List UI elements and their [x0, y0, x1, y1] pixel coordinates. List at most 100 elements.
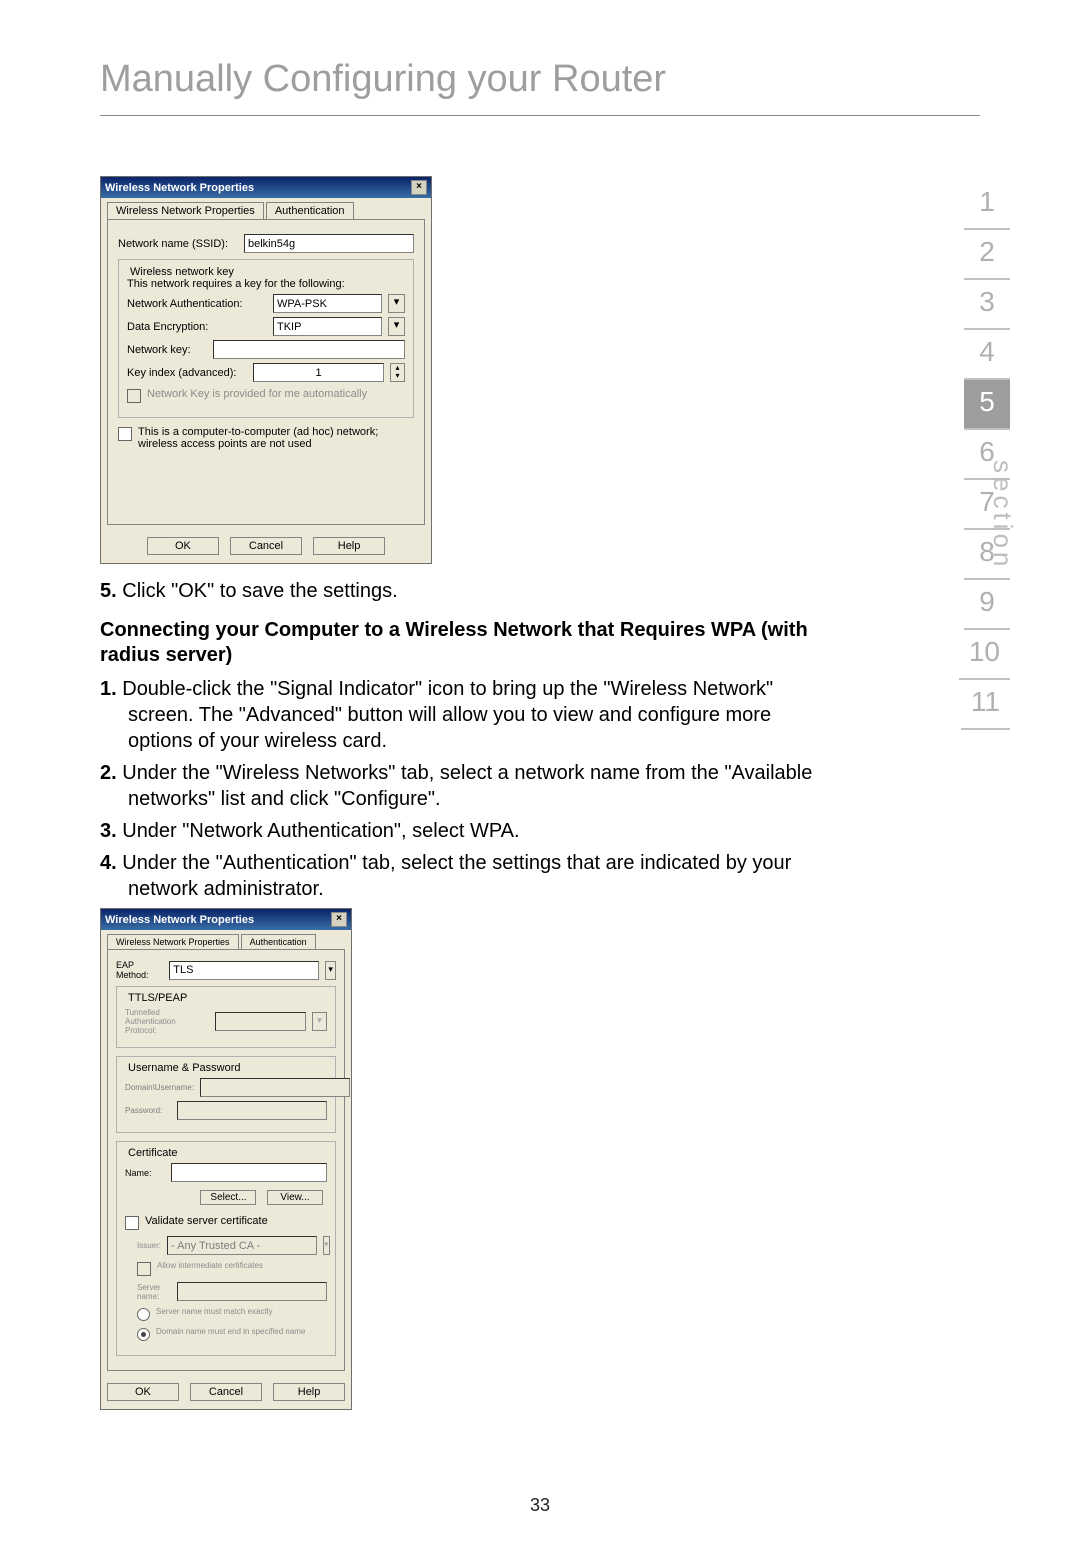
adhoc-label: This is a computer-to-computer (ad hoc) …	[138, 426, 414, 450]
server-name-input	[177, 1282, 327, 1301]
dialog-title-text: Wireless Network Properties	[105, 182, 254, 194]
password-input	[177, 1101, 327, 1120]
chevron-down-icon: ▾	[312, 1012, 327, 1031]
ok-button[interactable]: OK	[107, 1383, 179, 1401]
section-link-5[interactable]: 5	[964, 380, 1010, 430]
step-text: Click "OK" to save the settings.	[117, 580, 398, 602]
ok-button[interactable]: OK	[147, 537, 219, 555]
validate-cert-checkbox[interactable]	[125, 1216, 139, 1230]
chevron-down-icon: ▾	[323, 1236, 330, 1255]
ssid-label: Network name (SSID):	[118, 238, 238, 250]
select-button[interactable]: Select...	[200, 1190, 256, 1205]
dialog-tabs: Wireless Network Properties Authenticati…	[101, 930, 351, 949]
server-exact-label: Server name must match exactly	[156, 1307, 272, 1316]
step-number: 4.	[100, 852, 117, 874]
subheading: Connecting your Computer to a Wireless N…	[100, 618, 840, 668]
domain-end-label: Domain name must end in specified name	[156, 1327, 305, 1336]
encryption-select[interactable]	[273, 317, 382, 336]
step-number: 3.	[100, 820, 117, 842]
section-link-3[interactable]: 3	[964, 280, 1010, 330]
cancel-button[interactable]: Cancel	[190, 1383, 262, 1401]
step-text: Under the "Authentication" tab, select t…	[117, 852, 792, 900]
section-link-9[interactable]: 9	[964, 580, 1010, 630]
section-link-1[interactable]: 1	[964, 180, 1010, 230]
validate-cert-label: Validate server certificate	[145, 1215, 268, 1227]
section-sidebar: 1234567891011 section	[900, 180, 1010, 730]
wireless-properties-dialog-1: Wireless Network Properties × Wireless N…	[100, 176, 432, 564]
username-label: Domain\Username:	[125, 1083, 194, 1092]
step-1: 1. Double-click the "Signal Indicator" i…	[100, 676, 840, 754]
tab-wireless-properties[interactable]: Wireless Network Properties	[107, 934, 239, 949]
issuer-label: Issuer:	[137, 1241, 161, 1250]
ttls-peap-group: TTLS/PEAP Tunnelled Authentication Proto…	[116, 986, 336, 1048]
wireless-key-group-title: Wireless network key	[127, 266, 237, 278]
chevron-down-icon[interactable]: ▾	[388, 317, 405, 336]
allow-intermediate-label: Allow intermediate certificates	[157, 1261, 263, 1270]
help-button[interactable]: Help	[273, 1383, 345, 1401]
step-3: 3. Under "Network Authentication", selec…	[100, 818, 840, 844]
help-button[interactable]: Help	[313, 537, 385, 555]
step-2: 2. Under the "Wireless Networks" tab, se…	[100, 760, 840, 812]
network-key-label: Network key:	[127, 344, 207, 356]
key-index-label: Key index (advanced):	[127, 367, 247, 379]
auth-select[interactable]	[273, 294, 382, 313]
section-link-10[interactable]: 10	[959, 630, 1010, 680]
certificate-group: Certificate Name: Select... View... Vali…	[116, 1141, 336, 1356]
auto-key-checkbox[interactable]	[127, 389, 141, 403]
dialog-titlebar: Wireless Network Properties ×	[101, 177, 431, 198]
auth-label: Network Authentication:	[127, 298, 267, 310]
step-number: 2.	[100, 762, 117, 784]
step-number: 1.	[100, 678, 117, 700]
section-link-11[interactable]: 11	[961, 680, 1010, 730]
issuer-select	[167, 1236, 317, 1255]
step-4: 4. Under the "Authentication" tab, selec…	[100, 850, 840, 902]
view-button[interactable]: View...	[267, 1190, 323, 1205]
dialog-body: EAP Method: ▾ TTLS/PEAP Tunnelled Authen…	[107, 949, 345, 1371]
dialog-titlebar: Wireless Network Properties ×	[101, 909, 351, 930]
ssid-input[interactable]	[244, 234, 414, 253]
auto-key-checkbox-row: Network Key is provided for me automatic…	[127, 388, 405, 403]
tab-wireless-properties[interactable]: Wireless Network Properties	[107, 202, 264, 219]
step-text: Under the "Wireless Networks" tab, selec…	[117, 762, 813, 810]
server-name-label: Server name:	[137, 1283, 171, 1301]
page-number: 33	[0, 1495, 1080, 1516]
auto-key-label: Network Key is provided for me automatic…	[147, 388, 367, 400]
key-note: This network requires a key for the foll…	[127, 278, 405, 290]
network-key-input[interactable]	[213, 340, 405, 359]
spinner-icon[interactable]: ▴▾	[390, 363, 405, 382]
password-label: Password:	[125, 1106, 171, 1115]
close-icon[interactable]: ×	[411, 180, 427, 195]
credentials-group: Username & Password Domain\Username: Pas…	[116, 1056, 336, 1133]
certificate-title: Certificate	[125, 1147, 181, 1159]
username-input	[200, 1078, 350, 1097]
chevron-down-icon[interactable]: ▾	[325, 961, 336, 980]
credentials-title: Username & Password	[125, 1062, 244, 1074]
chevron-down-icon[interactable]: ▾	[388, 294, 405, 313]
dialog-button-bar: OK Cancel Help	[101, 1377, 351, 1409]
wireless-properties-dialog-2: Wireless Network Properties × Wireless N…	[100, 908, 352, 1410]
key-index-spinner[interactable]	[253, 363, 384, 382]
eap-method-select[interactable]	[169, 961, 319, 980]
adhoc-checkbox[interactable]	[118, 427, 132, 441]
ttls-peap-title: TTLS/PEAP	[125, 992, 190, 1004]
section-link-4[interactable]: 4	[964, 330, 1010, 380]
section-link-2[interactable]: 2	[964, 230, 1010, 280]
page-title: Manually Configuring your Router	[100, 58, 980, 101]
dialog-body: Network name (SSID): Wireless network ke…	[107, 219, 425, 525]
domain-end-radio	[137, 1328, 150, 1341]
cancel-button[interactable]: Cancel	[230, 537, 302, 555]
adhoc-checkbox-row: This is a computer-to-computer (ad hoc) …	[118, 426, 414, 450]
tunnelled-auth-label: Tunnelled Authentication Protocol:	[125, 1008, 209, 1035]
step-text: Under "Network Authentication", select W…	[117, 820, 520, 842]
close-icon[interactable]: ×	[331, 912, 347, 927]
eap-method-label: EAP Method:	[116, 960, 163, 980]
tab-authentication[interactable]: Authentication	[266, 202, 354, 219]
steps-list: 1. Double-click the "Signal Indicator" i…	[100, 676, 840, 902]
tab-authentication[interactable]: Authentication	[241, 934, 316, 949]
server-exact-radio	[137, 1308, 150, 1321]
step-number: 5.	[100, 580, 117, 602]
cert-name-input[interactable]	[171, 1163, 327, 1182]
dialog-tabs: Wireless Network Properties Authenticati…	[101, 198, 431, 219]
cert-name-label: Name:	[125, 1168, 165, 1178]
main-content: Wireless Network Properties × Wireless N…	[100, 176, 840, 1410]
